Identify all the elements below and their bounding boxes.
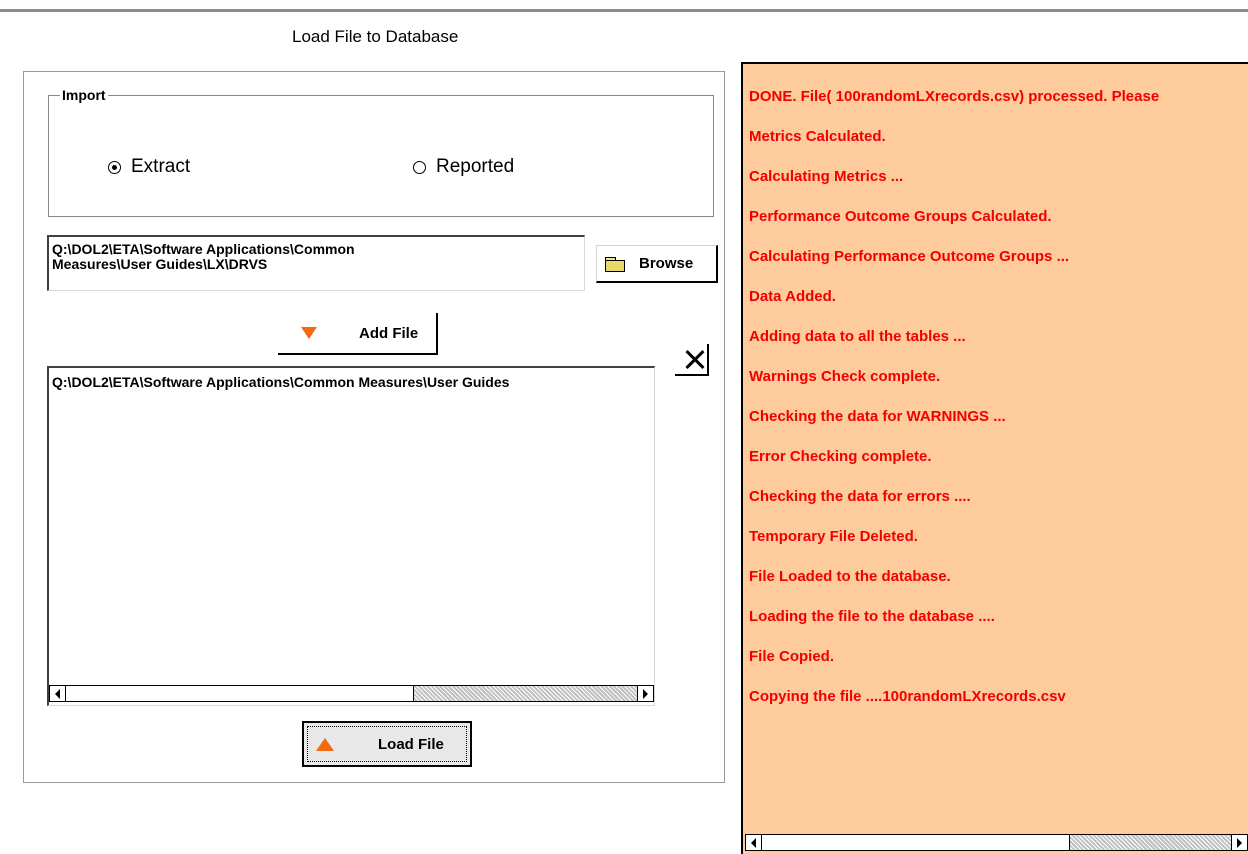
scroll-thumb[interactable] bbox=[66, 686, 414, 701]
status-log-panel: DONE. File( 100randomLXrecords.csv) proc… bbox=[741, 62, 1248, 854]
triangle-up-icon bbox=[316, 737, 334, 751]
load-file-button[interactable]: Load File bbox=[302, 721, 472, 767]
radio-reported-label: Reported bbox=[436, 156, 515, 177]
log-line: Calculating Performance Outcome Groups .… bbox=[749, 248, 1070, 265]
list-item[interactable]: Q:\DOL2\ETA\Software Applications\Common… bbox=[52, 374, 509, 390]
file-listbox[interactable]: Q:\DOL2\ETA\Software Applications\Common… bbox=[47, 366, 655, 706]
radio-extract[interactable]: Extract bbox=[108, 156, 190, 178]
log-line: Data Added. bbox=[749, 288, 836, 305]
folder-icon bbox=[605, 256, 625, 272]
triangle-down-icon bbox=[301, 327, 317, 339]
scroll-track[interactable] bbox=[66, 685, 637, 702]
log-line: Performance Outcome Groups Calculated. bbox=[749, 208, 1052, 225]
add-file-button-label: Add File bbox=[359, 324, 419, 342]
log-line: DONE. File( 100randomLXrecords.csv) proc… bbox=[749, 88, 1160, 105]
file-path-field[interactable]: Q:\DOL2\ETA\Software Applications\Common… bbox=[47, 235, 585, 291]
log-line: Copying the file ....100randomLXrecords.… bbox=[749, 688, 1066, 705]
browse-button[interactable]: Browse bbox=[596, 245, 718, 283]
log-line: Calculating Metrics ... bbox=[749, 168, 904, 185]
browse-button-label: Browse bbox=[639, 255, 694, 272]
log-line: Checking the data for errors .... bbox=[749, 488, 971, 505]
log-line: File Copied. bbox=[749, 648, 835, 665]
page-title: Load File to Database bbox=[292, 27, 459, 46]
log-line: Loading the file to the database .... bbox=[749, 608, 995, 625]
scroll-right-icon[interactable] bbox=[1231, 834, 1248, 851]
log-scrollbar[interactable] bbox=[745, 834, 1248, 851]
top-border bbox=[0, 0, 1248, 12]
log-line: Warnings Check complete. bbox=[749, 368, 941, 385]
log-line: Adding data to all the tables ... bbox=[749, 328, 966, 345]
log-line: Temporary File Deleted. bbox=[749, 528, 918, 545]
log-line: Error Checking complete. bbox=[749, 448, 932, 465]
log-line: File Loaded to the database. bbox=[749, 568, 951, 585]
import-legend: Import bbox=[60, 87, 108, 103]
load-file-button-label: Load File bbox=[378, 735, 444, 753]
radio-extract-indicator[interactable] bbox=[108, 160, 121, 174]
log-line: Metrics Calculated. bbox=[749, 128, 886, 145]
radio-reported-indicator[interactable] bbox=[413, 160, 426, 174]
scroll-left-icon[interactable] bbox=[49, 685, 66, 702]
scroll-track[interactable] bbox=[762, 834, 1231, 851]
log-line: Checking the data for WARNINGS ... bbox=[749, 408, 1006, 425]
radio-extract-label: Extract bbox=[131, 156, 191, 177]
scroll-thumb[interactable] bbox=[762, 835, 1070, 850]
radio-reported[interactable]: Reported bbox=[413, 156, 514, 178]
add-file-button[interactable]: Add File bbox=[278, 313, 438, 355]
close-icon[interactable] bbox=[675, 344, 713, 376]
scroll-left-icon[interactable] bbox=[745, 834, 762, 851]
file-list-scrollbar[interactable] bbox=[49, 685, 654, 702]
scroll-right-icon[interactable] bbox=[637, 685, 654, 702]
